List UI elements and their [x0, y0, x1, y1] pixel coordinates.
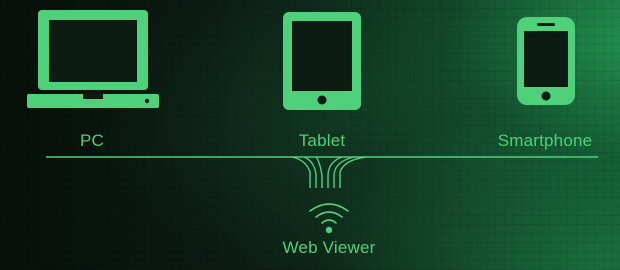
- converging-lines: [291, 156, 367, 188]
- web-viewer-label: Web Viewer: [282, 238, 376, 257]
- wifi-icon: [306, 199, 352, 242]
